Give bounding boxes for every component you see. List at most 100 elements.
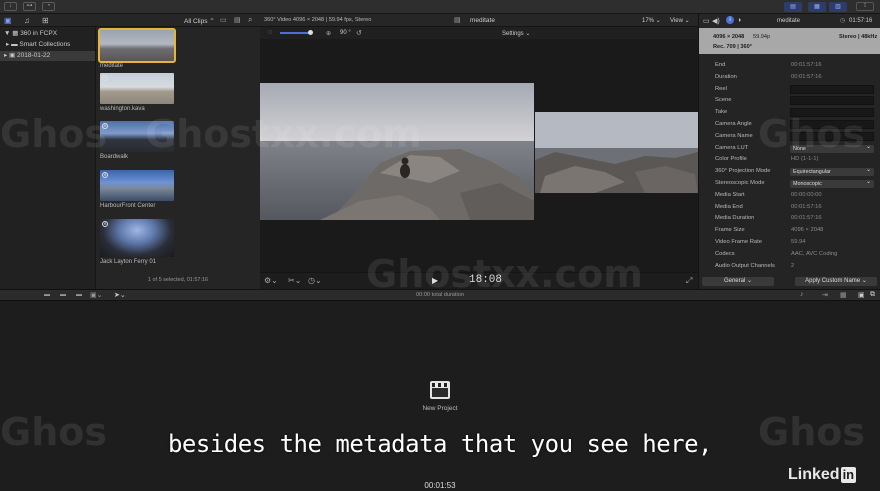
metadata-value: 00:01:57:16 xyxy=(791,62,822,68)
metadata-value: 00:01:57:16 xyxy=(791,73,822,80)
appearance-icon[interactable]: ▤ xyxy=(234,16,241,24)
viewer-format-info: 360° Video 4096 × 2048 | 59.94 fps, Ster… xyxy=(264,17,372,23)
library-icon: ▼ ▦ xyxy=(4,30,21,37)
metadata-row: Media End 00:01:57:16 xyxy=(699,202,880,214)
metadata-key: Video Frame Rate xyxy=(715,239,762,245)
watermark: Ghos xyxy=(0,112,107,156)
metadata-popup[interactable]: Equirectangular xyxy=(790,166,874,177)
360-badge-icon: ✲ xyxy=(102,75,108,81)
clip-browser: meditate ✲ washington.kava ✲ Boardwalk ✲… xyxy=(96,27,260,289)
effects-browser-icon[interactable]: ▣ xyxy=(858,291,865,299)
photos-audio-icon[interactable]: ♫ xyxy=(24,16,30,25)
browser-layout-icon[interactable]: ▦ xyxy=(808,2,826,12)
audio-skimming-icon[interactable]: ♪ xyxy=(800,291,804,298)
player-timecode: 00:01:53 xyxy=(424,481,456,490)
enhance-icon[interactable]: ✂⌄ xyxy=(288,276,301,285)
browser-status: 1 of 5 selected, 01:57:16 xyxy=(147,277,209,283)
metadata-field[interactable] xyxy=(790,84,874,94)
libraries-layout-icon[interactable]: ▤ xyxy=(784,2,802,12)
clip-item[interactable]: ✲ Jack Layton Ferry 01 xyxy=(100,219,174,265)
metadata-row: Duration 00:01:57:16 xyxy=(699,72,880,84)
apply-custom-name-popup[interactable]: Apply Custom Name ⌄ xyxy=(795,277,877,286)
metadata-key: Color Profile xyxy=(715,156,747,163)
fullscreen-icon[interactable]: ⤢ xyxy=(686,276,692,286)
360-viewer-controls: ◌ ⊕ 90 ° ↺ Settings ⌄ xyxy=(260,27,698,39)
clip-item[interactable]: ✲ washington.kava xyxy=(100,73,174,112)
subtitle-caption: besides the metadata that you see here, xyxy=(167,430,713,458)
metadata-view-popup[interactable]: General ⌄ xyxy=(702,277,774,286)
panorama-scene xyxy=(535,112,698,193)
crosshair-icon[interactable]: ⊕ xyxy=(326,30,331,37)
new-project-label[interactable]: New Project xyxy=(0,405,880,412)
fov-slider-handle[interactable] xyxy=(308,30,313,35)
metadata-key: Codecs xyxy=(715,250,735,257)
metadata-key: Camera Name xyxy=(715,132,753,139)
event-item[interactable]: ▸ ▣ 2018-01-22 xyxy=(0,51,95,61)
metadata-key: Media Duration xyxy=(715,215,755,222)
360-preview-image[interactable] xyxy=(535,112,698,193)
clip-label: Jack Layton Ferry 01 xyxy=(100,259,157,265)
zoom-popup[interactable]: 17% ⌄ xyxy=(642,17,661,24)
clip-thumbnail[interactable]: ✲ xyxy=(100,170,174,201)
inspector-layout-icon[interactable]: ▥ xyxy=(829,2,847,12)
titles-generators-icon[interactable]: ⊞ xyxy=(42,16,49,25)
top-toolbar: ↓ ⊶ ◔ ▤ ▦ ▥ ⇪ xyxy=(0,0,880,14)
metadata-key: Reel xyxy=(715,85,727,92)
inspector-tabs: ▭ ◀) i ◑ meditate 01:57:16 ◷ xyxy=(699,14,880,28)
skimming-icon[interactable]: ⇥ xyxy=(822,291,828,299)
clip-thumbnail[interactable] xyxy=(98,28,176,63)
clip-filter-label: All Clips xyxy=(184,18,208,25)
metadata-row: Video Frame Rate 59.94 xyxy=(699,237,880,249)
import-icon[interactable]: ↓ xyxy=(4,2,17,11)
background-tasks-icon[interactable]: ◔ xyxy=(42,2,55,11)
smart-collections-item[interactable]: ▸ ▬ Smart Collections xyxy=(6,40,70,50)
view-popup[interactable]: View ⌄ xyxy=(670,17,690,24)
reset-icon[interactable]: ↺ xyxy=(356,29,362,37)
clip-icon: ▤ xyxy=(454,17,461,24)
share-inspector-icon[interactable]: ◑ xyxy=(737,17,741,24)
transform-tools-icon[interactable]: ⚙⌄ xyxy=(264,276,278,285)
metadata-row: Codecs AAC, AVC Coding xyxy=(699,249,880,261)
metadata-field[interactable] xyxy=(790,96,874,106)
new-project-icon[interactable] xyxy=(430,381,450,399)
keyword-icon[interactable]: ⊶ xyxy=(23,2,36,11)
event-icon: ▸ ▣ xyxy=(4,52,18,59)
metadata-popup[interactable]: Monoscopic xyxy=(790,178,874,188)
video-inspector-icon[interactable]: ▭ xyxy=(703,17,710,25)
metadata-key: Media Start xyxy=(715,191,745,198)
metadata-row: Stereoscopic Mode Monoscopic xyxy=(699,178,880,190)
clock-icon: ◷ xyxy=(840,18,846,24)
transitions-browser-icon[interactable]: ⧉ xyxy=(870,291,875,299)
360-view-icon[interactable]: ◌ xyxy=(268,29,272,36)
share-icon[interactable]: ⇪ xyxy=(856,2,874,11)
clip-thumbnail[interactable]: ✲ xyxy=(100,219,174,257)
metadata-value: 00:01:57:16 xyxy=(791,203,822,210)
filmstrip-icon[interactable]: ▭ xyxy=(220,16,227,24)
watermark: Ghostxx.com xyxy=(145,112,422,156)
search-icon[interactable]: ⌕ xyxy=(248,15,252,25)
summary-format: 4096 × 2048 xyxy=(713,34,745,40)
clip-filter-popup[interactable]: All Clips ⌃ xyxy=(184,17,215,25)
libraries-icon[interactable]: ▣ xyxy=(4,16,12,25)
watermark: Ghos xyxy=(758,112,865,156)
clip-item[interactable]: meditate xyxy=(98,28,176,69)
metadata-key: Frame Size xyxy=(715,227,745,234)
watermark: Ghostxx.com xyxy=(366,252,643,296)
clip-item[interactable]: ✲ HarbourFront Center xyxy=(100,170,174,209)
settings-popup[interactable]: Settings ⌄ xyxy=(502,30,530,37)
metadata-list: End 00:01:57:16 Duration 00:01:57:16 Reel Sce… xyxy=(699,60,880,274)
metadata-value: AAC, AVC Coding xyxy=(791,250,838,257)
360-badge-icon: ✲ xyxy=(102,172,108,178)
retime-icon[interactable]: ◷⌄ xyxy=(308,276,322,285)
viewer-header: 360° Video 4096 × 2048 | 59.94 fps, Ster… xyxy=(260,14,698,27)
angle-value[interactable]: 90 ° xyxy=(340,30,351,36)
fov-slider[interactable] xyxy=(280,32,310,34)
clip-appearance-icon[interactable]: ▦ xyxy=(840,291,847,299)
info-inspector-icon[interactable]: i xyxy=(726,16,734,24)
audio-inspector-icon[interactable]: ◀) xyxy=(712,17,720,25)
clip-thumbnail[interactable]: ✲ xyxy=(100,73,174,104)
library-item[interactable]: ▼ ▦ 360 in FCPX xyxy=(4,29,57,39)
metadata-row: Frame Size 4096 × 2048 xyxy=(699,225,880,237)
clip-label: HarbourFront Center xyxy=(100,203,156,209)
inspector-duration: 01:57:16 xyxy=(849,18,873,24)
